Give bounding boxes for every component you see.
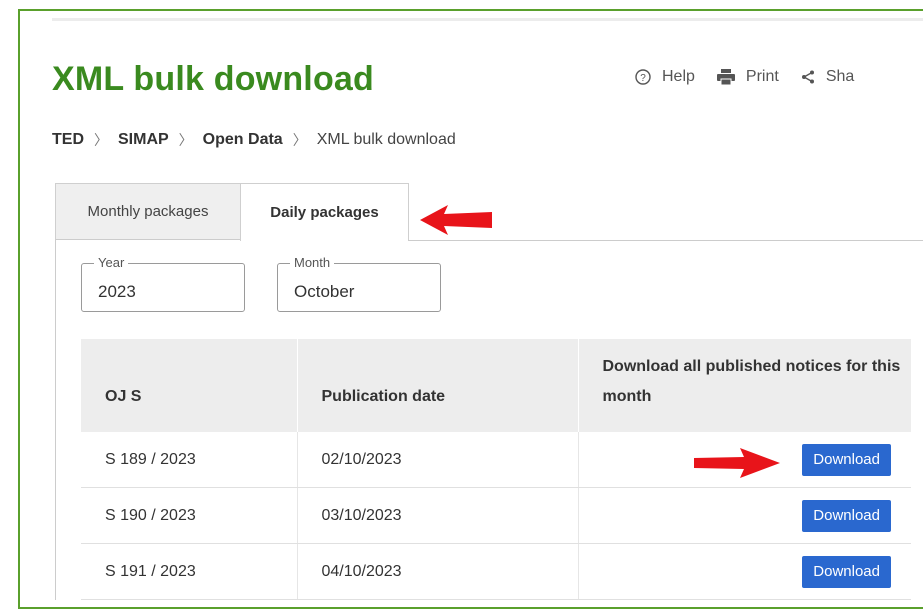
date-cell: 02/10/2023	[296, 432, 578, 488]
year-legend: Year	[94, 255, 129, 270]
help-link[interactable]: ? Help	[635, 68, 695, 86]
share-link[interactable]: Sha	[801, 68, 854, 86]
table-row: S 191 / 2023 04/10/2023 Download	[81, 543, 911, 600]
breadcrumb: TED 〉 SIMAP 〉 Open Data 〉 XML bulk downl…	[52, 130, 456, 150]
breadcrumb-simap[interactable]: SIMAP	[118, 131, 169, 149]
table-row: S 189 / 2023 02/10/2023 Download	[81, 432, 911, 488]
date-cell: 04/10/2023	[296, 543, 578, 600]
annotation-arrow-left-icon	[420, 205, 492, 235]
notices-table: OJ S Publication date Download all publi…	[81, 339, 911, 600]
top-bar	[52, 18, 923, 21]
tab-daily-packages[interactable]: Daily packages	[240, 183, 409, 241]
oj-cell: S 191 / 2023	[81, 543, 297, 600]
chevron-right-icon: 〉	[94, 132, 108, 148]
month-value: October	[294, 282, 355, 301]
print-label: Print	[745, 68, 779, 85]
print-link[interactable]: Print	[716, 68, 779, 86]
header-publication-date: Publication date	[296, 339, 578, 432]
download-button[interactable]: Download	[802, 555, 891, 588]
svg-text:?: ?	[640, 73, 646, 84]
tab-panel-border	[55, 240, 56, 600]
annotation-arrow-right-icon	[694, 448, 780, 478]
month-legend: Month	[290, 255, 335, 270]
breadcrumb-ted[interactable]: TED	[52, 131, 84, 149]
breadcrumb-open-data[interactable]: Open Data	[203, 131, 283, 149]
page-title: XML bulk download	[52, 60, 374, 98]
chevron-right-icon: 〉	[292, 132, 307, 148]
date-cell: 03/10/2023	[296, 487, 578, 544]
year-value: 2023	[98, 282, 136, 301]
download-button[interactable]: Download	[802, 443, 891, 476]
header-oj-s: OJ S	[81, 339, 297, 432]
share-icon	[801, 70, 814, 84]
print-icon	[716, 69, 735, 85]
oj-cell: S 189 / 2023	[81, 432, 297, 488]
breadcrumb-current: XML bulk download	[316, 131, 456, 148]
chevron-right-icon: 〉	[178, 132, 193, 148]
table-header-row: OJ S Publication date Download all publi…	[81, 339, 911, 432]
year-select[interactable]: Year 2023	[81, 255, 245, 312]
share-label: Sha	[825, 68, 855, 85]
header-download-all: Download all published notices for this …	[577, 339, 911, 432]
table-row: S 190 / 2023 03/10/2023 Download	[81, 487, 911, 544]
help-label: Help	[662, 68, 695, 85]
download-button[interactable]: Download	[802, 499, 891, 532]
help-icon: ?	[635, 69, 651, 85]
oj-cell: S 190 / 2023	[81, 487, 297, 544]
page-actions: ? Help Print Sha	[635, 68, 876, 86]
tab-monthly-packages[interactable]: Monthly packages	[55, 183, 241, 240]
month-select[interactable]: Month October	[277, 255, 441, 312]
tab-divider	[408, 240, 923, 241]
